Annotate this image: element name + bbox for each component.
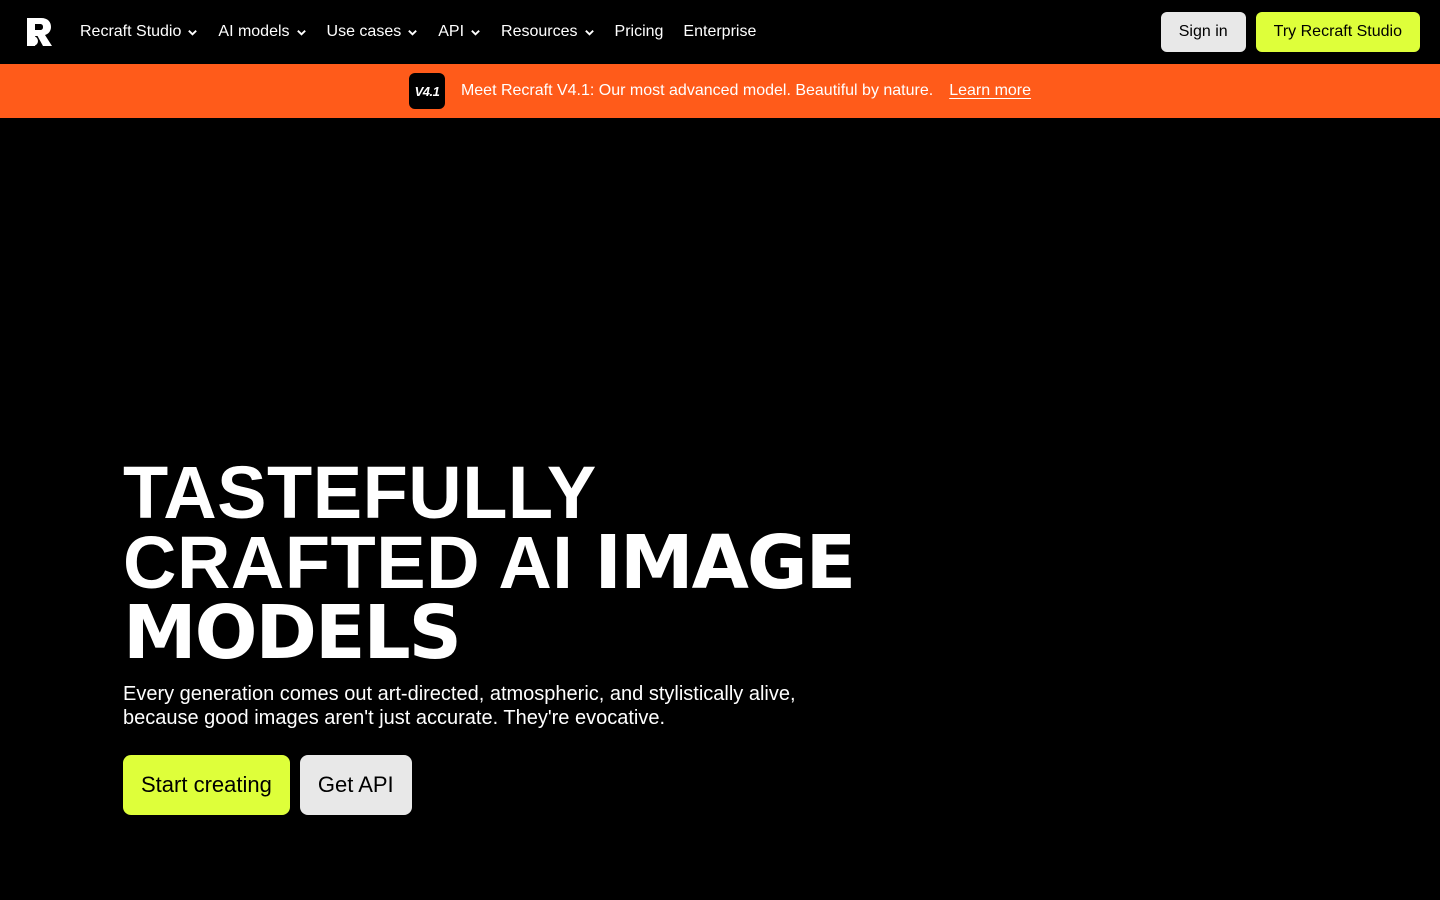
nav-item-label: AI models — [218, 23, 290, 40]
announcement-banner: V4.1 Meet Recraft V4.1: Our most advance… — [0, 64, 1440, 118]
banner-text: Meet Recraft V4.1: Our most advanced mod… — [460, 82, 934, 99]
nav-item-resources[interactable]: Resources — [501, 23, 594, 41]
nav-item-label: API — [438, 23, 465, 40]
hero-section: TASTEFULLY CRAFTED AI IMAGE MODELS Every… — [123, 451, 883, 815]
sign-in-button[interactable]: Sign in — [1160, 12, 1246, 52]
chevron-down-icon — [471, 29, 480, 36]
hero-subtitle: Every generation comes out art-directed,… — [123, 683, 796, 729]
nav-item-label: Pricing — [614, 23, 664, 40]
nav-item-recraft-studio[interactable]: Recraft Studio — [80, 23, 198, 41]
hero-title-line-1: TASTEFULLY — [123, 451, 597, 534]
chevron-down-icon — [188, 29, 198, 36]
nav-item-label: Recraft Studio — [80, 23, 182, 40]
nav-item-label: Enterprise — [683, 23, 757, 40]
nav-item-enterprise[interactable]: Enterprise — [683, 23, 756, 41]
top-navigation: Recraft Studio AI models Use cases API R… — [0, 0, 1440, 64]
hero-title-line-3: MODELS — [123, 590, 462, 676]
start-creating-button[interactable]: Start creating — [123, 755, 290, 815]
nav-item-api[interactable]: API — [438, 23, 481, 41]
main-menu: Recraft Studio AI models Use cases API R… — [80, 0, 756, 64]
get-api-button[interactable]: Get API — [299, 755, 412, 815]
version-badge: V4.1 — [408, 73, 445, 109]
nav-actions: Sign in Try Recraft Studio — [1160, 12, 1420, 52]
hero-title-line-2: CRAFTED AI IMAGE — [123, 526, 883, 601]
chevron-down-icon — [408, 29, 418, 36]
nav-item-pricing[interactable]: Pricing — [615, 23, 664, 41]
recraft-logo-icon[interactable] — [24, 16, 56, 48]
hero-title-line-2-heavy: IMAGE — [594, 520, 856, 606]
chevron-down-icon — [584, 29, 594, 36]
nav-item-label: Use cases — [326, 23, 402, 40]
try-recraft-studio-button[interactable]: Try Recraft Studio — [1255, 12, 1420, 52]
hero-cta-group: Start creating Get API — [123, 755, 883, 815]
nav-item-use-cases[interactable]: Use cases — [327, 23, 419, 41]
learn-more-link[interactable]: Learn more — [949, 82, 1031, 100]
hero-title: TASTEFULLY CRAFTED AI IMAGE MODELS — [123, 451, 883, 676]
chevron-down-icon — [296, 29, 306, 36]
nav-item-label: Resources — [501, 23, 578, 40]
nav-item-ai-models[interactable]: AI models — [218, 23, 306, 41]
